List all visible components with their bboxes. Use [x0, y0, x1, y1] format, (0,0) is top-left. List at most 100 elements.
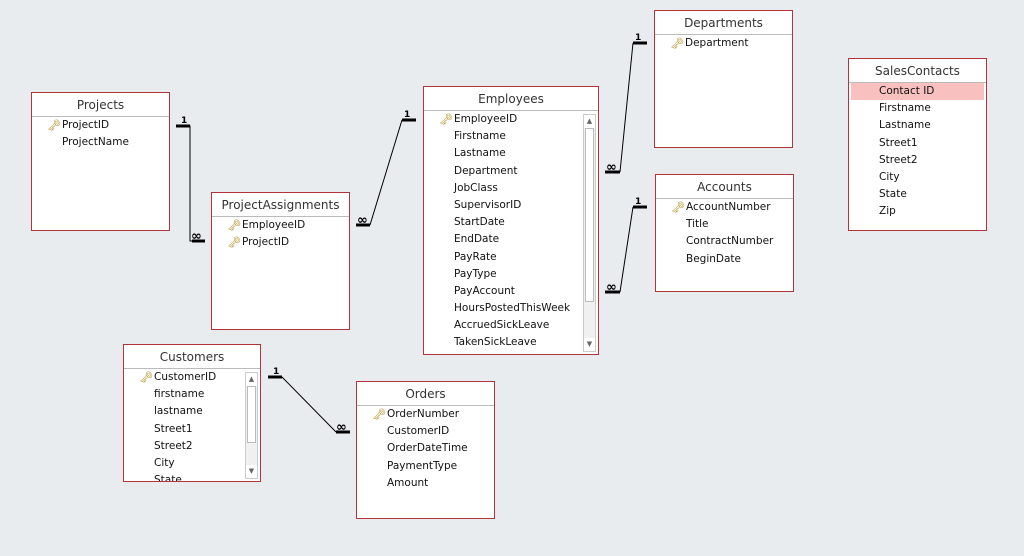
table-employees[interactable]: Employees 🗝︎ EmployeeID Firstname Lastname De…	[423, 86, 599, 355]
field-item[interactable]: JobClass	[424, 180, 598, 197]
field-item[interactable]: Zip	[849, 203, 986, 220]
table-project-assignments[interactable]: ProjectAssignments 🗝︎ EmployeeID 🗝︎ ProjectI…	[211, 192, 350, 330]
table-title[interactable]: SalesContacts	[849, 59, 986, 83]
many-label: ∞	[357, 213, 368, 228]
field-item[interactable]: Contact ID	[851, 83, 984, 101]
one-label: 1	[181, 116, 187, 126]
one-label: 1	[404, 110, 410, 120]
field-item[interactable]: BeginDate	[656, 251, 793, 268]
field-item[interactable]: 🗝︎ EmployeeID	[212, 217, 349, 234]
table-title[interactable]: Projects	[32, 93, 169, 117]
field-name: PayRate	[454, 250, 497, 263]
field-name: Department	[685, 37, 749, 49]
field-item[interactable]: Street1	[124, 421, 260, 438]
field-list: 🗝︎ OrderNumber CustomerID OrderDateTime Paym…	[357, 406, 494, 518]
field-item[interactable]: 🗝︎ ProjectID	[32, 117, 169, 134]
field-item[interactable]: 🗝︎ AccountNumber	[656, 199, 793, 216]
scroll-up-icon[interactable]: ▲	[246, 373, 257, 386]
scroll-thumb[interactable]	[247, 386, 256, 443]
scroll-down-icon[interactable]: ▼	[584, 338, 595, 351]
table-title[interactable]: ProjectAssignments	[212, 193, 349, 217]
field-item[interactable]: PayType	[424, 266, 598, 283]
field-name: State	[154, 474, 182, 481]
field-item[interactable]: City	[124, 455, 260, 472]
field-name: Amount	[387, 476, 429, 489]
field-item[interactable]: Firstname	[849, 100, 986, 117]
field-name: ContractNumber	[686, 235, 774, 248]
field-item[interactable]: Department	[424, 163, 598, 180]
field-name: JobClass	[454, 181, 498, 194]
scroll-up-icon[interactable]: ▲	[584, 115, 595, 128]
field-name: Firstname	[879, 102, 931, 115]
primary-key-icon: 🗝︎	[372, 408, 386, 421]
field-name: Title	[686, 218, 709, 231]
field-name: Street2	[879, 153, 918, 166]
table-accounts[interactable]: Accounts 🗝︎ AccountNumber Title ContractNumb…	[655, 174, 794, 292]
rel-employees-departments	[605, 41, 647, 174]
field-list: 🗝︎ ProjectID ProjectName	[32, 117, 169, 230]
table-sales-contacts[interactable]: SalesContacts Contact ID Firstname Lastname…	[848, 58, 987, 231]
table-projects[interactable]: Projects 🗝︎ ProjectID ProjectName	[31, 92, 170, 231]
table-title[interactable]: Accounts	[656, 175, 793, 199]
field-item[interactable]: Street1	[849, 135, 986, 152]
table-customers[interactable]: Customers 🗝︎ CustomerID firstname lastname St…	[123, 344, 261, 482]
field-list: 🗝︎ CustomerID firstname lastname Street1 Stre…	[124, 369, 260, 481]
table-orders[interactable]: Orders 🗝︎ OrderNumber CustomerID OrderDateTi…	[356, 381, 495, 519]
field-item[interactable]: State	[849, 186, 986, 203]
field-name: State	[879, 188, 907, 201]
field-item[interactable]: HoursPostedThisWeek	[424, 300, 598, 317]
scrollbar[interactable]: ▲ ▼	[245, 372, 258, 479]
field-item[interactable]: SupervisorID	[424, 197, 598, 214]
field-name: Lastname	[454, 147, 506, 160]
field-item[interactable]: AccruedSickLeave	[424, 317, 598, 334]
field-name: ProjectID	[62, 119, 110, 131]
field-item[interactable]: 🗝︎ EmployeeID	[424, 111, 598, 128]
primary-key-icon: 🗝︎	[671, 201, 685, 214]
rel-assignments-employees	[356, 118, 416, 227]
field-item[interactable]: StartDate	[424, 214, 598, 231]
scroll-thumb[interactable]	[585, 128, 594, 302]
table-title[interactable]: Departments	[655, 11, 792, 35]
field-item[interactable]: PayAccount	[424, 283, 598, 300]
field-name: City	[879, 170, 900, 183]
primary-key-icon: 🗝︎	[47, 119, 61, 132]
field-item[interactable]: State	[124, 472, 260, 481]
field-item[interactable]: Lastname	[424, 145, 598, 162]
field-list: 🗝︎ EmployeeID 🗝︎ ProjectID	[212, 217, 349, 329]
scroll-down-icon[interactable]: ▼	[246, 465, 257, 478]
field-item[interactable]: OrderDateTime	[357, 440, 494, 457]
field-item[interactable]: firstname	[124, 386, 260, 403]
field-item[interactable]: 🗝︎ Department	[655, 35, 792, 52]
field-item[interactable]: ProjectName	[32, 134, 169, 151]
field-name: Firstname	[454, 130, 506, 143]
many-label: ∞	[191, 229, 202, 244]
field-item[interactable]: Lastname	[849, 117, 986, 134]
field-item[interactable]: PaymentType	[357, 458, 494, 475]
field-item[interactable]: Amount	[357, 475, 494, 492]
field-item[interactable]: City	[849, 169, 986, 186]
field-item[interactable]: 🗝︎ ProjectID	[212, 234, 349, 251]
field-name: Street2	[154, 439, 193, 452]
one-label: 1	[635, 33, 641, 43]
field-item[interactable]: 🗝︎ CustomerID	[124, 369, 260, 386]
field-item[interactable]: lastname	[124, 403, 260, 420]
table-title[interactable]: Orders	[357, 382, 494, 406]
field-name: TakenSickLeave	[454, 336, 537, 349]
field-name: CustomerID	[387, 425, 450, 438]
field-item[interactable]: Firstname	[424, 128, 598, 145]
field-item[interactable]: PayRate	[424, 249, 598, 266]
field-item[interactable]: ContractNumber	[656, 233, 793, 250]
field-item[interactable]: Street2	[124, 438, 260, 455]
scrollbar[interactable]: ▲ ▼	[583, 114, 596, 352]
field-item[interactable]: 🗝︎ OrderNumber	[357, 406, 494, 423]
table-title[interactable]: Employees	[424, 87, 598, 111]
field-item[interactable]: TakenSickLeave	[424, 334, 598, 351]
field-item[interactable]: EndDate	[424, 231, 598, 248]
table-title[interactable]: Customers	[124, 345, 260, 369]
field-list: 🗝︎ Department	[655, 35, 792, 147]
field-name: firstname	[154, 388, 205, 401]
field-item[interactable]: Street2	[849, 152, 986, 169]
field-item[interactable]: Title	[656, 216, 793, 233]
table-departments[interactable]: Departments 🗝︎ Department	[654, 10, 793, 148]
field-item[interactable]: CustomerID	[357, 423, 494, 440]
